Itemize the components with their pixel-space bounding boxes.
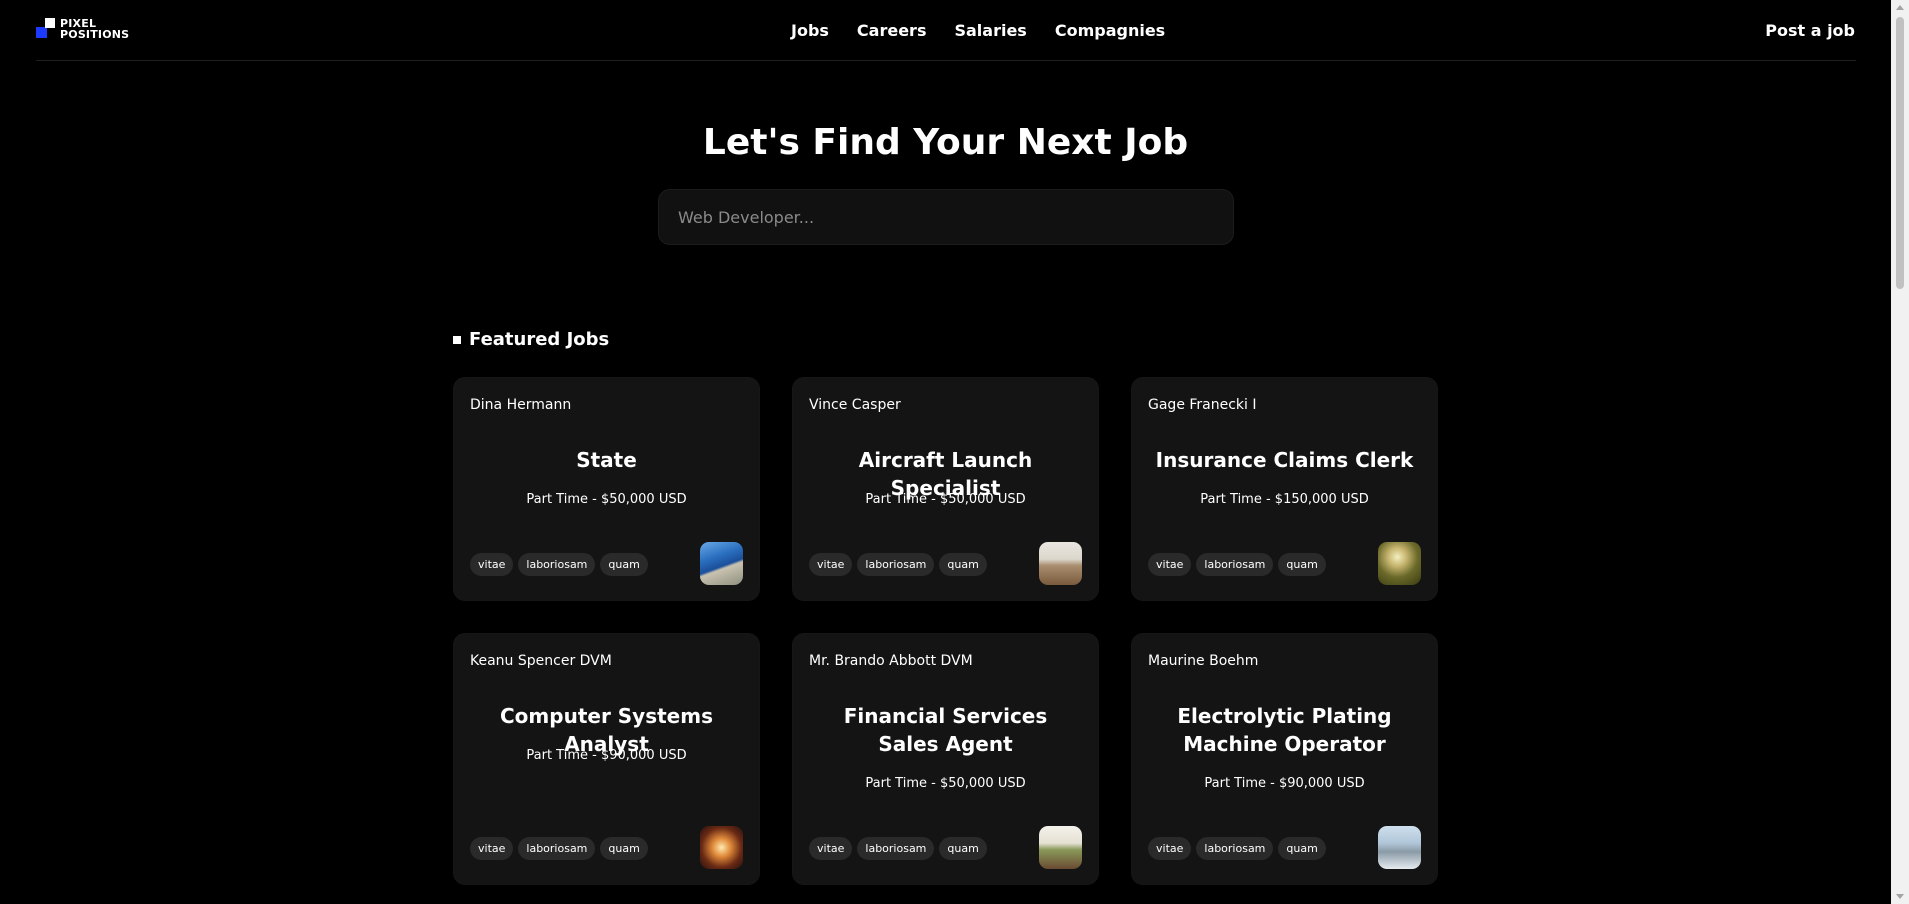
scroll-up-arrow-icon[interactable] [1896, 5, 1904, 10]
tag[interactable]: quam [939, 837, 987, 860]
job-salary: Part Time - $50,000 USD [865, 776, 1026, 791]
main-nav: Jobs Careers Salaries Compagnies [791, 21, 1165, 40]
tag[interactable]: vitae [809, 553, 853, 576]
job-salary: Part Time - $50,000 USD [865, 492, 1026, 507]
tag-list: vitae laboriosam quam [470, 553, 648, 576]
employer-logo-image [1378, 542, 1421, 585]
tag[interactable]: quam [1278, 553, 1326, 576]
job-card[interactable]: Vince Casper Aircraft Launch Specialist … [792, 377, 1099, 601]
logo-mark-icon [36, 18, 56, 40]
employer-name: Maurine Boehm [1148, 653, 1259, 669]
tag[interactable]: quam [939, 553, 987, 576]
tag-list: vitae laboriosam quam [470, 837, 648, 860]
post-job-link[interactable]: Post a job [1765, 21, 1855, 40]
job-salary: Part Time - $90,000 USD [1204, 776, 1365, 791]
square-bullet-icon [453, 335, 461, 344]
job-title-link[interactable]: Financial Services Sales Agent [813, 702, 1078, 758]
nav-link-careers[interactable]: Careers [857, 21, 927, 40]
nav-link-companies[interactable]: Compagnies [1055, 21, 1165, 40]
job-card[interactable]: Keanu Spencer DVM Computer Systems Analy… [453, 633, 760, 885]
tag[interactable]: quam [1278, 837, 1326, 860]
tag[interactable]: vitae [1148, 553, 1192, 576]
job-title-link[interactable]: Insurance Claims Clerk [1152, 446, 1417, 474]
tag[interactable]: laboriosam [857, 837, 935, 860]
tag[interactable]: laboriosam [518, 553, 596, 576]
nav-link-jobs[interactable]: Jobs [791, 21, 829, 40]
job-title-link[interactable]: State [474, 446, 739, 474]
tag[interactable]: vitae [470, 553, 514, 576]
employer-logo-image [1039, 826, 1082, 869]
employer-name: Keanu Spencer DVM [470, 653, 612, 669]
tag-list: vitae laboriosam quam [1148, 553, 1326, 576]
tag[interactable]: vitae [809, 837, 853, 860]
logo-line-2: POSITIONS [60, 28, 130, 41]
page-title: Let's Find Your Next Job [702, 122, 1189, 163]
tag-list: vitae laboriosam quam [1148, 837, 1326, 860]
logo-text: PIXEL POSITIONS [60, 18, 129, 40]
employer-logo-image [700, 826, 743, 869]
employer-logo-image [700, 542, 743, 585]
site-logo[interactable]: PIXEL POSITIONS [36, 18, 129, 40]
tag[interactable]: vitae [470, 837, 514, 860]
job-card[interactable]: Mr. Brando Abbott DVM Financial Services… [792, 633, 1099, 885]
tag[interactable]: quam [600, 837, 648, 860]
employer-name: Vince Casper [809, 397, 901, 413]
employer-name: Dina Hermann [470, 397, 572, 413]
search-input[interactable] [658, 189, 1234, 245]
scrollbar-thumb[interactable] [1896, 17, 1904, 289]
tag[interactable]: vitae [1148, 837, 1192, 860]
tag-list: vitae laboriosam quam [809, 837, 987, 860]
tag[interactable]: laboriosam [1196, 553, 1274, 576]
job-title-link[interactable]: Electrolytic Plating Machine Operator [1152, 702, 1417, 758]
job-card[interactable]: Gage Franecki I Insurance Claims Clerk P… [1131, 377, 1438, 601]
tag[interactable]: laboriosam [1196, 837, 1274, 860]
tag-list: vitae laboriosam quam [809, 553, 987, 576]
job-card[interactable]: Maurine Boehm Electrolytic Plating Machi… [1131, 633, 1438, 885]
employer-logo-image [1378, 826, 1421, 869]
job-salary: Part Time - $90,000 USD [526, 748, 687, 763]
employer-name: Mr. Brando Abbott DVM [809, 653, 973, 669]
employer-logo-image [1039, 542, 1082, 585]
job-salary: Part Time - $150,000 USD [1200, 492, 1369, 507]
page-scrollbar[interactable] [1891, 0, 1909, 904]
job-card[interactable]: Dina Hermann State Part Time - $50,000 U… [453, 377, 760, 601]
nav-link-salaries[interactable]: Salaries [954, 21, 1026, 40]
employer-name: Gage Franecki I [1148, 397, 1257, 413]
tag[interactable]: quam [600, 553, 648, 576]
tag[interactable]: laboriosam [857, 553, 935, 576]
featured-jobs-heading: Featured Jobs [453, 329, 609, 350]
section-heading-label: Featured Jobs [469, 329, 610, 350]
scroll-down-arrow-icon[interactable] [1896, 894, 1904, 899]
site-header: PIXEL POSITIONS Jobs Careers Salaries Co… [36, 0, 1856, 61]
tag[interactable]: laboriosam [518, 837, 596, 860]
job-salary: Part Time - $50,000 USD [526, 492, 687, 507]
